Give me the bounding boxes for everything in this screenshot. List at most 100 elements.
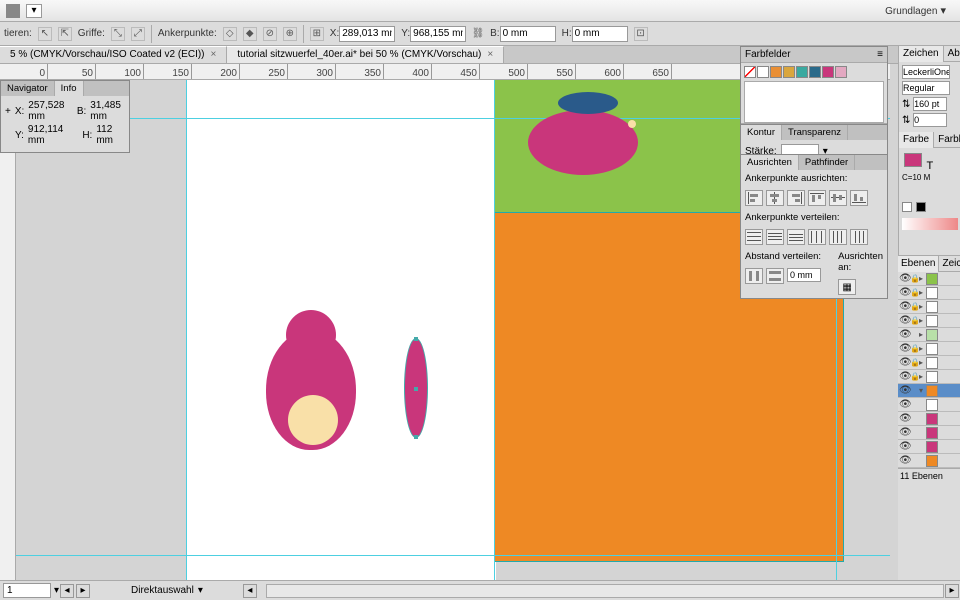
tab-farbhilfe[interactable]: Farbhilfe bbox=[934, 132, 960, 148]
space-v-button[interactable] bbox=[745, 268, 763, 284]
lock-icon[interactable] bbox=[910, 400, 918, 410]
align-right-button[interactable] bbox=[787, 190, 805, 206]
leading-input[interactable] bbox=[913, 113, 947, 127]
align-hcenter-button[interactable] bbox=[766, 190, 784, 206]
align-vcenter-button[interactable] bbox=[829, 190, 847, 206]
layer-row[interactable]: 👁▾ bbox=[898, 384, 960, 398]
visibility-icon[interactable]: 👁 bbox=[899, 428, 909, 438]
align-bottom-button[interactable] bbox=[850, 190, 868, 206]
disclosure-icon[interactable]: ▸ bbox=[919, 302, 925, 311]
visibility-icon[interactable]: 👁 bbox=[899, 386, 909, 396]
layer-row[interactable]: 👁🔒▸ bbox=[898, 314, 960, 328]
anchor-icon-a[interactable]: ◇ bbox=[223, 27, 237, 41]
space-value-input[interactable] bbox=[787, 268, 821, 282]
lock-icon[interactable]: 🔒 bbox=[910, 372, 918, 382]
align-to-button[interactable]: ▦ bbox=[838, 279, 856, 295]
x-input[interactable] bbox=[339, 26, 395, 42]
lock-icon[interactable]: 🔒 bbox=[910, 344, 918, 354]
swatch-chip[interactable] bbox=[783, 66, 795, 78]
swatch-chip[interactable] bbox=[796, 66, 808, 78]
disclosure-icon[interactable]: ▸ bbox=[919, 274, 925, 283]
swatch-chip[interactable] bbox=[809, 66, 821, 78]
b-input[interactable] bbox=[500, 26, 556, 42]
visibility-icon[interactable]: 👁 bbox=[899, 344, 909, 354]
visibility-icon[interactable]: 👁 bbox=[899, 274, 909, 284]
doc-tab-1[interactable]: tutorial sitzwuerfel_40er.ai* bei 50 % (… bbox=[227, 46, 504, 63]
layer-row[interactable]: 👁 bbox=[898, 426, 960, 440]
zoom-input[interactable]: 1 bbox=[3, 583, 51, 598]
next-artboard-button[interactable]: ▸ bbox=[76, 584, 90, 598]
extra-icon[interactable]: ⊡ bbox=[634, 27, 648, 41]
align-top-button[interactable] bbox=[808, 190, 826, 206]
layer-row[interactable]: 👁 bbox=[898, 440, 960, 454]
visibility-icon[interactable]: 👁 bbox=[899, 442, 909, 452]
tab-ebenen[interactable]: Ebenen bbox=[898, 256, 939, 272]
workspace-switcher[interactable]: Grundlagen ▾ bbox=[877, 4, 954, 17]
layer-row[interactable]: 👁 bbox=[898, 454, 960, 468]
visibility-icon[interactable]: 👁 bbox=[899, 330, 909, 340]
lock-icon[interactable]: 🔒 bbox=[910, 274, 918, 284]
disclosure-icon[interactable]: ▸ bbox=[919, 316, 925, 325]
tab-transparenz[interactable]: Transparenz bbox=[782, 125, 848, 140]
swatch-chip[interactable] bbox=[822, 66, 834, 78]
scroll-right-button[interactable]: ▸ bbox=[945, 584, 959, 598]
lock-icon[interactable] bbox=[910, 386, 918, 396]
guide-vertical[interactable] bbox=[494, 80, 495, 580]
space-h-button[interactable] bbox=[766, 268, 784, 284]
doc-tab-0[interactable]: 5 % (CMYK/Vorschau/ISO Coated v2 (ECI))× bbox=[0, 46, 227, 63]
disclosure-icon[interactable]: ▸ bbox=[919, 288, 925, 297]
lock-icon[interactable] bbox=[910, 414, 918, 424]
swatch-chip[interactable] bbox=[770, 66, 782, 78]
none-swatch[interactable] bbox=[744, 66, 756, 78]
type-color-icon[interactable]: T bbox=[927, 160, 934, 172]
layer-row[interactable]: 👁🔒▸ bbox=[898, 356, 960, 370]
align-left-button[interactable] bbox=[745, 190, 763, 206]
layer-row[interactable]: 👁🔒▸ bbox=[898, 370, 960, 384]
lock-icon[interactable]: 🔒 bbox=[910, 302, 918, 312]
disclosure-icon[interactable]: ▸ bbox=[919, 330, 925, 339]
lock-icon[interactable] bbox=[910, 456, 918, 466]
handle-icon-b[interactable]: ⤢ bbox=[131, 27, 145, 41]
tab-navigator[interactable]: Navigator bbox=[1, 81, 55, 96]
anchor-icon-c[interactable]: ⊘ bbox=[263, 27, 277, 41]
visibility-icon[interactable]: 👁 bbox=[899, 288, 909, 298]
black-color-icon[interactable] bbox=[916, 202, 926, 212]
dist-bottom-button[interactable] bbox=[787, 229, 805, 245]
lock-icon[interactable]: 🔒 bbox=[910, 288, 918, 298]
tool-icon-a[interactable]: ↖ bbox=[38, 27, 52, 41]
font-family-input[interactable] bbox=[902, 65, 950, 79]
visibility-icon[interactable]: 👁 bbox=[899, 414, 909, 424]
tab-zeichenfl[interactable]: Zeichenfl bbox=[939, 256, 960, 272]
scroll-left-button[interactable]: ◂ bbox=[243, 584, 257, 598]
guide-horizontal[interactable] bbox=[16, 555, 890, 556]
none-color-icon[interactable] bbox=[902, 202, 912, 212]
ruler-vertical[interactable] bbox=[0, 80, 16, 580]
prev-artboard-button[interactable]: ◂ bbox=[60, 584, 74, 598]
layer-row[interactable]: 👁🔒▸ bbox=[898, 300, 960, 314]
h-input[interactable] bbox=[572, 26, 628, 42]
swatch-chip[interactable] bbox=[835, 66, 847, 78]
disclosure-icon[interactable]: ▾ bbox=[919, 386, 925, 395]
horizontal-scrollbar[interactable] bbox=[266, 584, 944, 598]
swatch-area[interactable] bbox=[744, 81, 884, 123]
lock-icon[interactable] bbox=[910, 428, 918, 438]
swatch-chip[interactable] bbox=[757, 66, 769, 78]
tab-farbe[interactable]: Farbe bbox=[899, 132, 934, 148]
tool-dropdown-icon[interactable]: ▾ bbox=[198, 585, 203, 596]
layer-row[interactable]: 👁🔒▸ bbox=[898, 272, 960, 286]
disclosure-icon[interactable]: ▸ bbox=[919, 358, 925, 367]
shape-top-blob[interactable] bbox=[528, 110, 638, 175]
dist-hcenter-button[interactable] bbox=[829, 229, 847, 245]
tab-absatz[interactable]: Absatz bbox=[944, 46, 960, 62]
disclosure-icon[interactable]: ▸ bbox=[919, 344, 925, 353]
layer-row[interactable]: 👁🔒▸ bbox=[898, 342, 960, 356]
lock-icon[interactable] bbox=[910, 330, 918, 340]
tool-icon-b[interactable]: ⇱ bbox=[58, 27, 72, 41]
font-size-input[interactable] bbox=[913, 97, 947, 111]
visibility-icon[interactable]: 👁 bbox=[899, 456, 909, 466]
dist-right-button[interactable] bbox=[850, 229, 868, 245]
font-style-input[interactable] bbox=[902, 81, 950, 95]
layer-row[interactable]: 👁🔒▸ bbox=[898, 286, 960, 300]
tab-info[interactable]: Info bbox=[55, 81, 84, 96]
zoom-dropdown-icon[interactable]: ▾ bbox=[54, 585, 59, 596]
